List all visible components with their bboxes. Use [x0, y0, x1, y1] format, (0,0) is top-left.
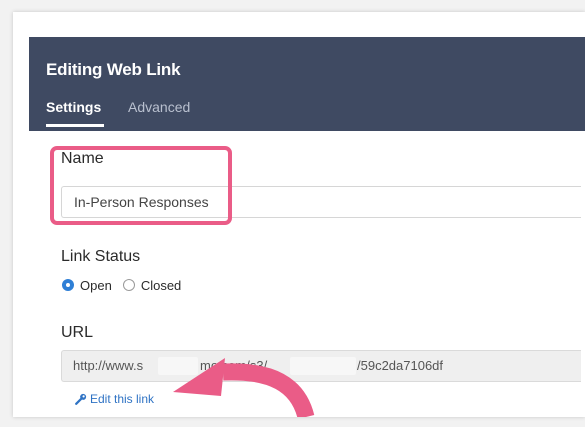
- edit-web-link-panel: Editing Web Link Settings Advanced Name …: [13, 12, 585, 417]
- curved-arrow-icon: [173, 358, 315, 417]
